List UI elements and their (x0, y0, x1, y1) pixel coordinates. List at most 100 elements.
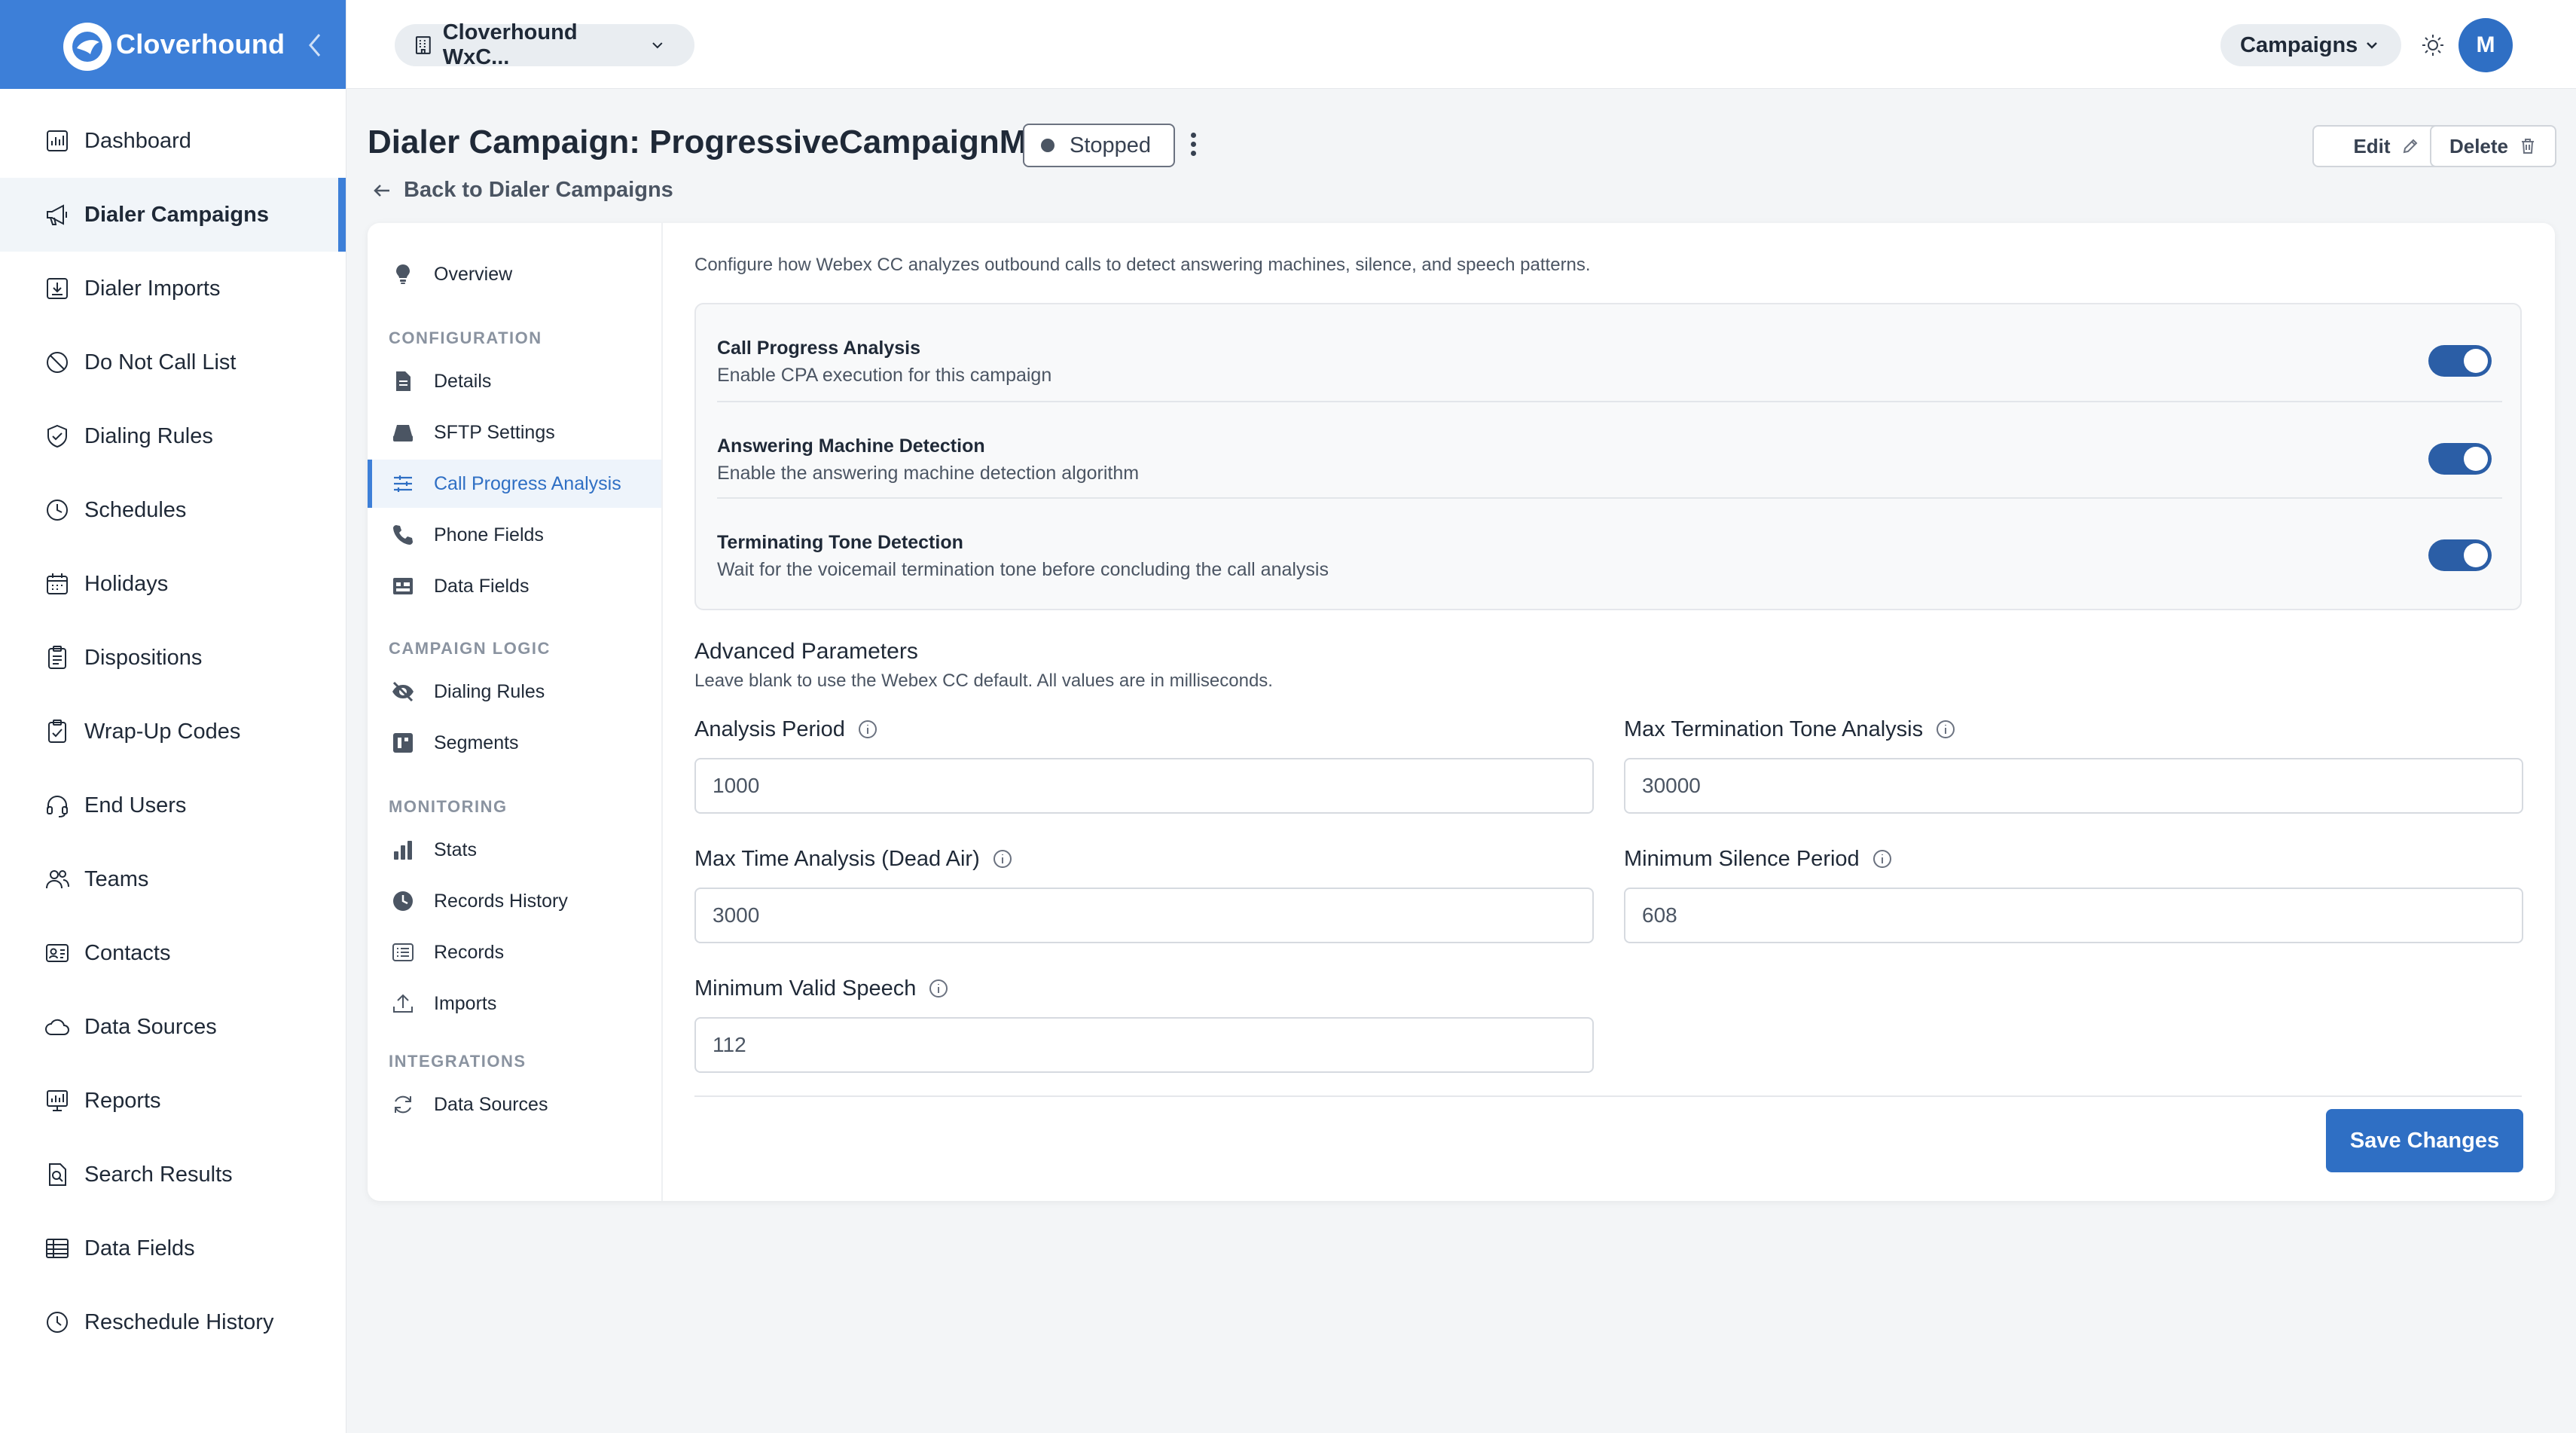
advanced-title: Advanced Parameters (694, 639, 918, 664)
module-name: Campaigns (2240, 32, 2358, 57)
subnav-label: Details (434, 370, 492, 392)
nav-label: Schedules (84, 497, 187, 522)
subnav-data-fields[interactable]: Data Fields (368, 562, 661, 610)
info-icon[interactable] (1935, 719, 1956, 740)
nav-item-end-users[interactable]: End Users (0, 768, 346, 842)
cloud-icon (42, 1012, 72, 1042)
save-changes-button[interactable]: Save Changes (2326, 1109, 2523, 1172)
subnav-segments[interactable]: Segments (368, 719, 661, 767)
nav-item-data-fields[interactable]: Data Fields (0, 1211, 346, 1285)
org-name: Cloverhound WxC... (442, 20, 578, 69)
status-badge: Stopped (1023, 124, 1175, 167)
field-minimum-valid-speech: Minimum Valid Speech (694, 973, 1594, 1073)
toggle-title: Terminating Tone Detection (717, 532, 963, 553)
nav-item-wrap-up-codes[interactable]: Wrap-Up Codes (0, 695, 346, 768)
info-icon[interactable] (928, 978, 949, 999)
nav-item-teams[interactable]: Teams (0, 842, 346, 916)
subnav-data-sources[interactable]: Data Sources (368, 1080, 661, 1129)
upload-icon (390, 991, 416, 1016)
module-selector[interactable]: Campaigns (2220, 24, 2401, 66)
clipboard-check-icon (42, 716, 72, 747)
cloverhound-logo-icon[interactable] (63, 23, 111, 71)
cpa-content: Configure how Webex CC analyzes outbound… (694, 223, 2523, 1201)
nav-item-dialer-campaigns[interactable]: Dialer Campaigns (0, 178, 346, 252)
nav-item-dialer-imports[interactable]: Dialer Imports (0, 252, 346, 325)
subnav-imports[interactable]: Imports (368, 979, 661, 1028)
toggle-row-cpa: Call Progress Analysis Enable CPA execut… (717, 304, 2502, 401)
arrow-left-icon (374, 184, 389, 197)
subnav-call-progress-analysis[interactable]: Call Progress Analysis (368, 460, 661, 508)
subnav-details[interactable]: Details (368, 357, 661, 405)
nav-item-data-sources[interactable]: Data Sources (0, 990, 346, 1064)
nav-item-dispositions[interactable]: Dispositions (0, 621, 346, 695)
field-minimum-silence-period: Minimum Silence Period (1624, 844, 2523, 943)
brand-name[interactable]: Cloverhound (116, 29, 285, 60)
subnav-stats[interactable]: Stats (368, 826, 661, 874)
field-label: Minimum Valid Speech (694, 973, 1594, 1004)
delete-button[interactable]: Delete (2430, 125, 2556, 167)
toggle-description: Wait for the voicemail termination tone … (717, 559, 1329, 580)
advanced-description: Leave blank to use the Webex CC default.… (694, 671, 1273, 691)
info-icon[interactable] (857, 719, 878, 740)
max-termination-tone-input[interactable] (1624, 758, 2523, 814)
back-link[interactable]: Back to Dialer Campaigns (371, 178, 673, 203)
analysis-period-input[interactable] (694, 758, 1594, 814)
ban-icon (42, 347, 72, 377)
shield-check-icon (42, 421, 72, 451)
info-icon[interactable] (992, 848, 1013, 869)
section-configuration: CONFIGURATION (389, 328, 542, 347)
max-time-analysis-input[interactable] (694, 888, 1594, 943)
nav-item-holidays[interactable]: Holidays (0, 547, 346, 621)
nav-item-reschedule-history[interactable]: Reschedule History (0, 1285, 346, 1359)
info-icon[interactable] (1872, 848, 1893, 869)
delete-label: Delete (2449, 134, 2509, 157)
subnav-records-history[interactable]: Records History (368, 877, 661, 925)
nav-item-reports[interactable]: Reports (0, 1064, 346, 1138)
back-link-label: Back to Dialer Campaigns (404, 178, 673, 202)
collapse-sidebar-icon[interactable] (303, 30, 327, 60)
subnav-label: Phone Fields (434, 524, 544, 545)
org-selector[interactable]: Cloverhound WxC... (395, 20, 694, 69)
toggle-description: Enable CPA execution for this campaign (717, 365, 1052, 386)
sliders-icon (390, 471, 416, 497)
nav-item-dashboard[interactable]: Dashboard (0, 104, 346, 178)
nav-item-schedules[interactable]: Schedules (0, 473, 346, 547)
subnav-overview[interactable]: Overview (368, 250, 661, 298)
nav-label: Wrap-Up Codes (84, 719, 241, 744)
page-title: Dialer Campaign: ProgressiveCampaignM (368, 124, 1027, 160)
nav-label: Search Results (84, 1162, 233, 1187)
minimum-valid-speech-input[interactable] (694, 1017, 1594, 1073)
minimum-silence-period-input[interactable] (1624, 888, 2523, 943)
chevron-down-icon (652, 42, 663, 49)
nav-item-do-not-call-list[interactable]: Do Not Call List (0, 325, 346, 399)
nav-label: Dialer Campaigns (84, 202, 269, 227)
campaign-card: Overview CONFIGURATION Details SFTP Sett… (368, 223, 2555, 1201)
sun-icon[interactable] (2418, 30, 2448, 60)
subnav-records[interactable]: Records (368, 928, 661, 976)
list-icon (390, 940, 416, 965)
nav-label: Dispositions (84, 645, 203, 670)
nav-item-dialing-rules[interactable]: Dialing Rules (0, 399, 346, 473)
field-max-time-analysis: Max Time Analysis (Dead Air) (694, 844, 1594, 943)
subnav-label: Records History (434, 890, 568, 912)
section-integrations: INTEGRATIONS (389, 1052, 526, 1071)
more-options-icon[interactable] (1184, 130, 1202, 163)
ttd-toggle-switch[interactable] (2428, 539, 2492, 571)
subnav-phone-fields[interactable]: Phone Fields (368, 511, 661, 559)
amd-toggle-switch[interactable] (2428, 443, 2492, 475)
table-icon (42, 1233, 72, 1263)
nav-item-contacts[interactable]: Contacts (0, 916, 346, 990)
file-search-icon (42, 1160, 72, 1190)
cpa-toggle-switch[interactable] (2428, 345, 2492, 377)
subnav-sftp-settings[interactable]: SFTP Settings (368, 408, 661, 457)
subnav-dialing-rules[interactable]: Dialing Rules (368, 668, 661, 716)
headset-icon (42, 790, 72, 820)
subnav-label: Data Fields (434, 575, 530, 597)
field-label: Minimum Silence Period (1624, 844, 2523, 874)
nav-label: Do Not Call List (84, 350, 237, 374)
refresh-icon (390, 1092, 416, 1117)
nav-item-search-results[interactable]: Search Results (0, 1138, 346, 1211)
nav-label: Contacts (84, 940, 171, 965)
avatar[interactable]: M (2458, 18, 2513, 72)
cpa-intro: Configure how Webex CC analyzes outbound… (694, 255, 1591, 275)
